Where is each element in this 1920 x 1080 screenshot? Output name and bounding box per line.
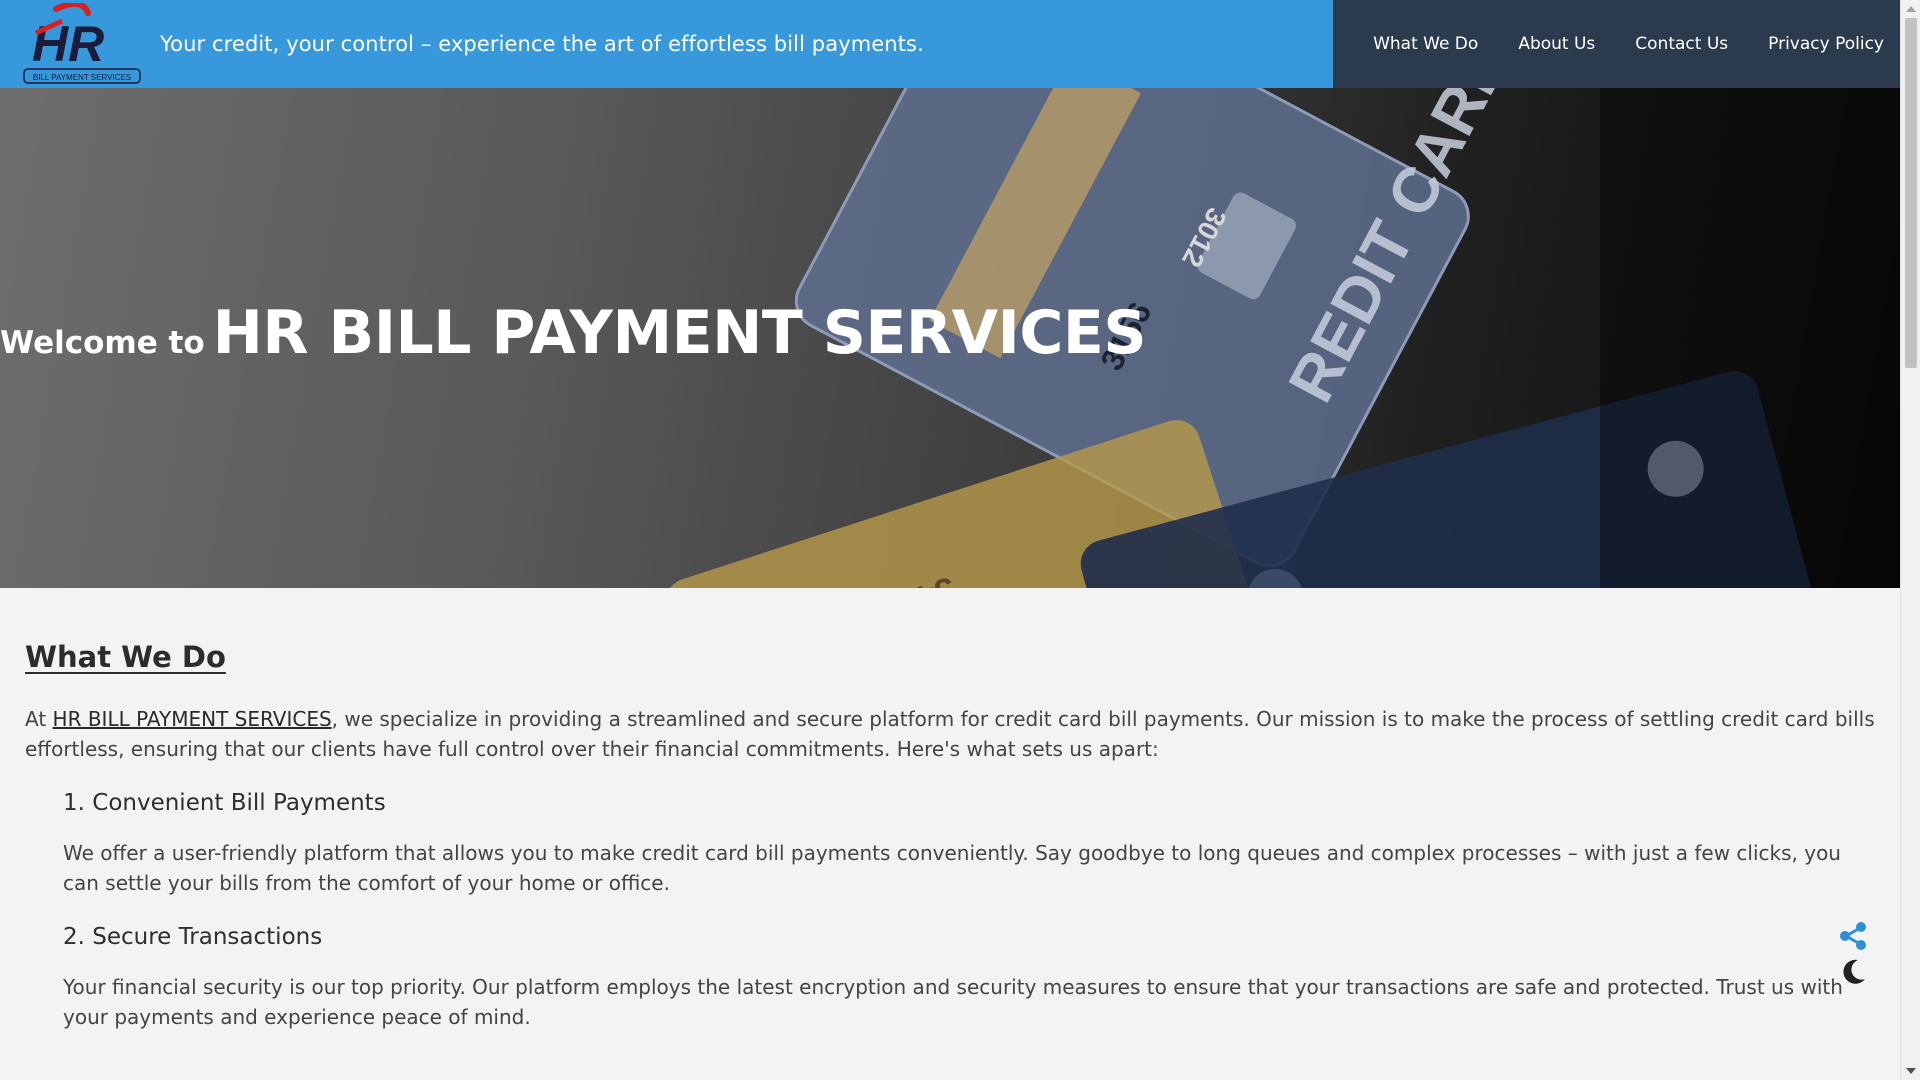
section-title-what-we-do[interactable]: What We Do (25, 640, 226, 674)
hero-company-name: HR BILL PAYMENT SERVICES (212, 298, 1147, 368)
share-icon[interactable] (1838, 921, 1868, 955)
intro-paragraph: At HR BILL PAYMENT SERVICES, we speciali… (25, 704, 1875, 764)
header-brand-bar: HR BILL PAYMENT SERVICES Your credit, yo… (0, 0, 1334, 88)
hero-welcome-text: Welcome to (0, 325, 205, 361)
page-scrollbar[interactable] (1900, 0, 1920, 1080)
nav-what-we-do[interactable]: What We Do (1373, 34, 1478, 54)
main-nav: What We Do About Us Contact Us Privacy P… (1333, 0, 1900, 88)
hero-title: Welcome to HR BILL PAYMENT SERVICES (0, 298, 1147, 368)
feature-title: 2. Secure Transactions (63, 924, 323, 950)
scroll-up-arrow-icon[interactable] (1906, 6, 1916, 12)
site-logo[interactable]: HR BILL PAYMENT SERVICES (22, 0, 142, 85)
header-tagline: Your credit, your control – experience t… (160, 32, 924, 56)
hero-banner: REDIT CARD 3456 3156 3012 Welcome to HR … (0, 88, 1900, 588)
feature-description: We offer a user-friendly platform that a… (63, 841, 1841, 895)
nav-privacy-policy[interactable]: Privacy Policy (1768, 34, 1884, 54)
feature-description: Your financial security is our top prior… (63, 975, 1843, 1029)
feature-item: 1. Convenient Bill Payments We offer a u… (63, 790, 1875, 898)
dark-mode-icon[interactable] (1838, 957, 1868, 991)
logo-subtitle: BILL PAYMENT SERVICES (33, 73, 131, 82)
company-link[interactable]: HR BILL PAYMENT SERVICES (53, 707, 332, 731)
feature-title: 1. Convenient Bill Payments (63, 790, 386, 816)
nav-contact-us[interactable]: Contact Us (1635, 34, 1728, 54)
logo-letters: HR (32, 16, 104, 72)
nav-about-us[interactable]: About Us (1518, 34, 1595, 54)
scrollbar-thumb[interactable] (1905, 18, 1917, 368)
site-header: HR BILL PAYMENT SERVICES Your credit, yo… (0, 0, 1900, 88)
main-content: What We Do At HR BILL PAYMENT SERVICES, … (25, 640, 1875, 1032)
intro-prefix: At (25, 707, 53, 731)
feature-item: 2. Secure Transactions Your financial se… (63, 924, 1875, 1032)
scroll-down-arrow-icon[interactable] (1906, 1068, 1916, 1074)
